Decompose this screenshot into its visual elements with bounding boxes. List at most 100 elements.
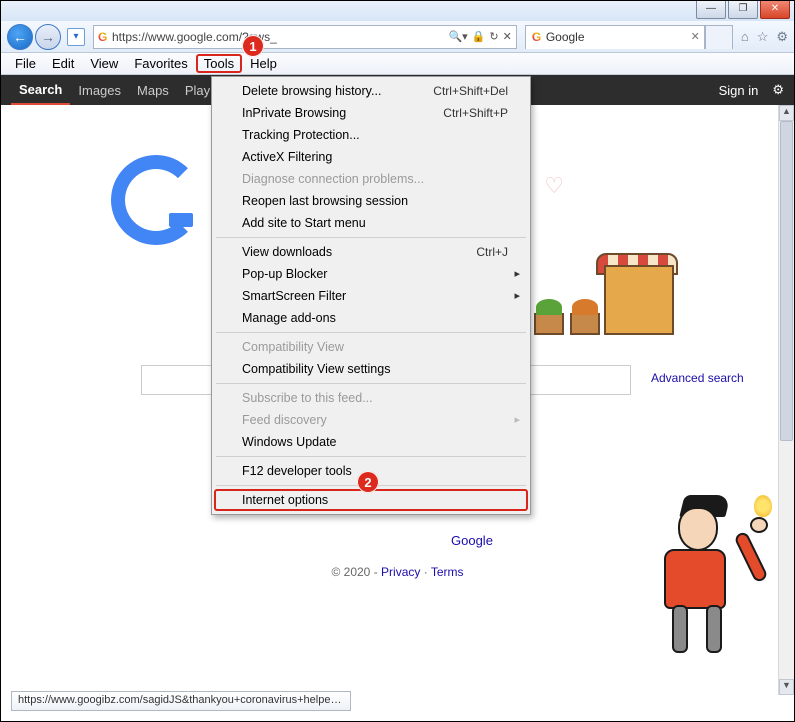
gbar-images[interactable]: Images bbox=[70, 83, 129, 98]
menu-item-shortcut: Ctrl+J bbox=[476, 245, 508, 259]
mascot-leg bbox=[706, 605, 722, 653]
advanced-search-link[interactable]: Advanced search bbox=[651, 371, 744, 385]
mascot-arm bbox=[733, 531, 768, 584]
menu-item-subscribe-to-this-feed: Subscribe to this feed... bbox=[214, 387, 528, 409]
mascot-illustration bbox=[642, 495, 772, 665]
menu-favorites[interactable]: Favorites bbox=[126, 54, 195, 73]
menu-item-diagnose-connection-problems: Diagnose connection problems... bbox=[214, 168, 528, 190]
close-button[interactable]: ✕ bbox=[760, 1, 790, 19]
lock-icon[interactable]: 🔒 bbox=[472, 30, 486, 43]
menu-file[interactable]: File bbox=[7, 54, 44, 73]
menu-item-label: Delete browsing history... bbox=[242, 84, 381, 98]
menu-item-label: F12 developer tools bbox=[242, 464, 352, 478]
doodle-produce bbox=[572, 299, 598, 315]
menu-item-label: Add site to Start menu bbox=[242, 216, 366, 230]
gbar-search[interactable]: Search bbox=[11, 82, 70, 105]
tools-gear-icon[interactable]: ⚙ bbox=[776, 29, 788, 45]
menu-item-compatibility-view-settings[interactable]: Compatibility View settings bbox=[214, 358, 528, 380]
home-icon[interactable]: ⌂ bbox=[741, 29, 749, 45]
menu-item-add-site-to-start-menu[interactable]: Add site to Start menu bbox=[214, 212, 528, 234]
menu-item-shortcut: Ctrl+Shift+Del bbox=[433, 84, 508, 98]
menu-item-reopen-last-browsing-session[interactable]: Reopen last browsing session bbox=[214, 190, 528, 212]
callout-badge-2: 2 bbox=[357, 471, 379, 493]
menu-item-label: Internet options bbox=[242, 493, 328, 507]
back-button[interactable]: ← bbox=[7, 24, 33, 50]
menu-item-label: Compatibility View bbox=[242, 340, 344, 354]
scroll-up-button[interactable]: ▲ bbox=[779, 105, 794, 121]
mascot-leg bbox=[672, 605, 688, 653]
menu-item-pop-up-blocker[interactable]: Pop-up Blocker bbox=[214, 263, 528, 285]
lightbulb-icon bbox=[754, 495, 772, 517]
address-icons: 🔍▾ 🔒 ↻ ✕ bbox=[448, 30, 511, 43]
stop-icon[interactable]: ✕ bbox=[503, 30, 512, 43]
menu-separator bbox=[216, 456, 526, 457]
mascot-legs bbox=[670, 605, 724, 655]
compat-shield-icon[interactable]: ▾ bbox=[67, 28, 85, 46]
tools-dropdown-menu: Delete browsing history... Ctrl+Shift+Del… bbox=[211, 76, 531, 515]
google-logo bbox=[111, 155, 201, 245]
menu-item-tracking-protection[interactable]: Tracking Protection... bbox=[214, 124, 528, 146]
menu-item-label: Manage add-ons bbox=[242, 311, 336, 325]
google-g-icon bbox=[111, 155, 201, 245]
scroll-down-button[interactable]: ▼ bbox=[779, 679, 794, 695]
tab-strip: Google ✕ bbox=[525, 25, 733, 49]
terms-link[interactable]: Terms bbox=[431, 565, 464, 579]
menu-item-label: ActiveX Filtering bbox=[242, 150, 332, 164]
menu-item-label: Compatibility View settings bbox=[242, 362, 390, 376]
privacy-link[interactable]: Privacy bbox=[381, 565, 420, 579]
menu-view[interactable]: View bbox=[82, 54, 126, 73]
tab-google[interactable]: Google ✕ bbox=[525, 25, 705, 49]
menu-item-inprivate-browsing[interactable]: InPrivate Browsing Ctrl+Shift+P bbox=[214, 102, 528, 124]
signin-link[interactable]: Sign in bbox=[711, 83, 767, 98]
address-favicon-icon bbox=[98, 30, 112, 44]
menu-item-label: Feed discovery bbox=[242, 413, 327, 427]
google-text-link[interactable]: Google bbox=[451, 533, 493, 548]
doodle-stall bbox=[604, 265, 674, 335]
status-bar: https://www.googibz.com/sagidJS&thankyou… bbox=[11, 691, 351, 711]
footer-sep: · bbox=[424, 565, 431, 579]
doodle-produce bbox=[536, 299, 562, 315]
callout-badge-1: 1 bbox=[242, 35, 264, 57]
refresh-icon[interactable]: ↻ bbox=[489, 30, 498, 43]
menu-help[interactable]: Help bbox=[242, 54, 285, 73]
menu-item-label: Subscribe to this feed... bbox=[242, 391, 373, 405]
address-url: https://www.google.com/?gws_ bbox=[112, 30, 448, 44]
settings-gear-icon[interactable]: ⚙ bbox=[772, 82, 784, 98]
mascot-hand bbox=[750, 517, 768, 533]
menu-item-shortcut: Ctrl+Shift+P bbox=[443, 106, 508, 120]
heart-icon: ♡ bbox=[544, 173, 564, 199]
menu-item-feed-discovery: Feed discovery bbox=[214, 409, 528, 431]
forward-button[interactable]: → bbox=[35, 24, 61, 50]
maximize-button[interactable]: ❐ bbox=[728, 1, 758, 19]
minimize-button[interactable]: — bbox=[696, 1, 726, 19]
menu-item-label: Windows Update bbox=[242, 435, 337, 449]
menu-item-label: InPrivate Browsing bbox=[242, 106, 346, 120]
scroll-thumb[interactable] bbox=[780, 121, 793, 441]
menu-separator bbox=[216, 237, 526, 238]
menu-item-view-downloads[interactable]: View downloads Ctrl+J bbox=[214, 241, 528, 263]
doodle-crate bbox=[570, 313, 600, 335]
menu-item-label: View downloads bbox=[242, 245, 332, 259]
menu-item-windows-update[interactable]: Windows Update bbox=[214, 431, 528, 453]
favorites-icon[interactable]: ☆ bbox=[757, 29, 769, 45]
new-tab-button[interactable] bbox=[705, 25, 733, 49]
menu-separator bbox=[216, 383, 526, 384]
tab-close-icon[interactable]: ✕ bbox=[691, 30, 700, 43]
address-bar[interactable]: https://www.google.com/?gws_ 🔍▾ 🔒 ↻ ✕ bbox=[93, 25, 517, 49]
menu-item-label: SmartScreen Filter bbox=[242, 289, 346, 303]
menu-edit[interactable]: Edit bbox=[44, 54, 82, 73]
menu-item-delete-browsing-history[interactable]: Delete browsing history... Ctrl+Shift+Del bbox=[214, 80, 528, 102]
menu-item-label: Reopen last browsing session bbox=[242, 194, 408, 208]
doodle-market bbox=[534, 225, 674, 335]
menu-separator bbox=[216, 332, 526, 333]
vertical-scrollbar[interactable]: ▲ ▼ bbox=[778, 105, 794, 695]
menu-item-activex-filtering[interactable]: ActiveX Filtering bbox=[214, 146, 528, 168]
menu-item-label: Diagnose connection problems... bbox=[242, 172, 424, 186]
search-dropdown-icon[interactable]: 🔍▾ bbox=[448, 30, 467, 43]
gbar-maps[interactable]: Maps bbox=[129, 83, 177, 98]
navigation-bar: ← → ▾ https://www.google.com/?gws_ 🔍▾ 🔒 … bbox=[1, 21, 794, 53]
menu-item-manage-add-ons[interactable]: Manage add-ons bbox=[214, 307, 528, 329]
menu-item-smartscreen-filter[interactable]: SmartScreen Filter bbox=[214, 285, 528, 307]
menu-tools[interactable]: Tools bbox=[196, 54, 242, 73]
mascot-body bbox=[664, 549, 726, 609]
